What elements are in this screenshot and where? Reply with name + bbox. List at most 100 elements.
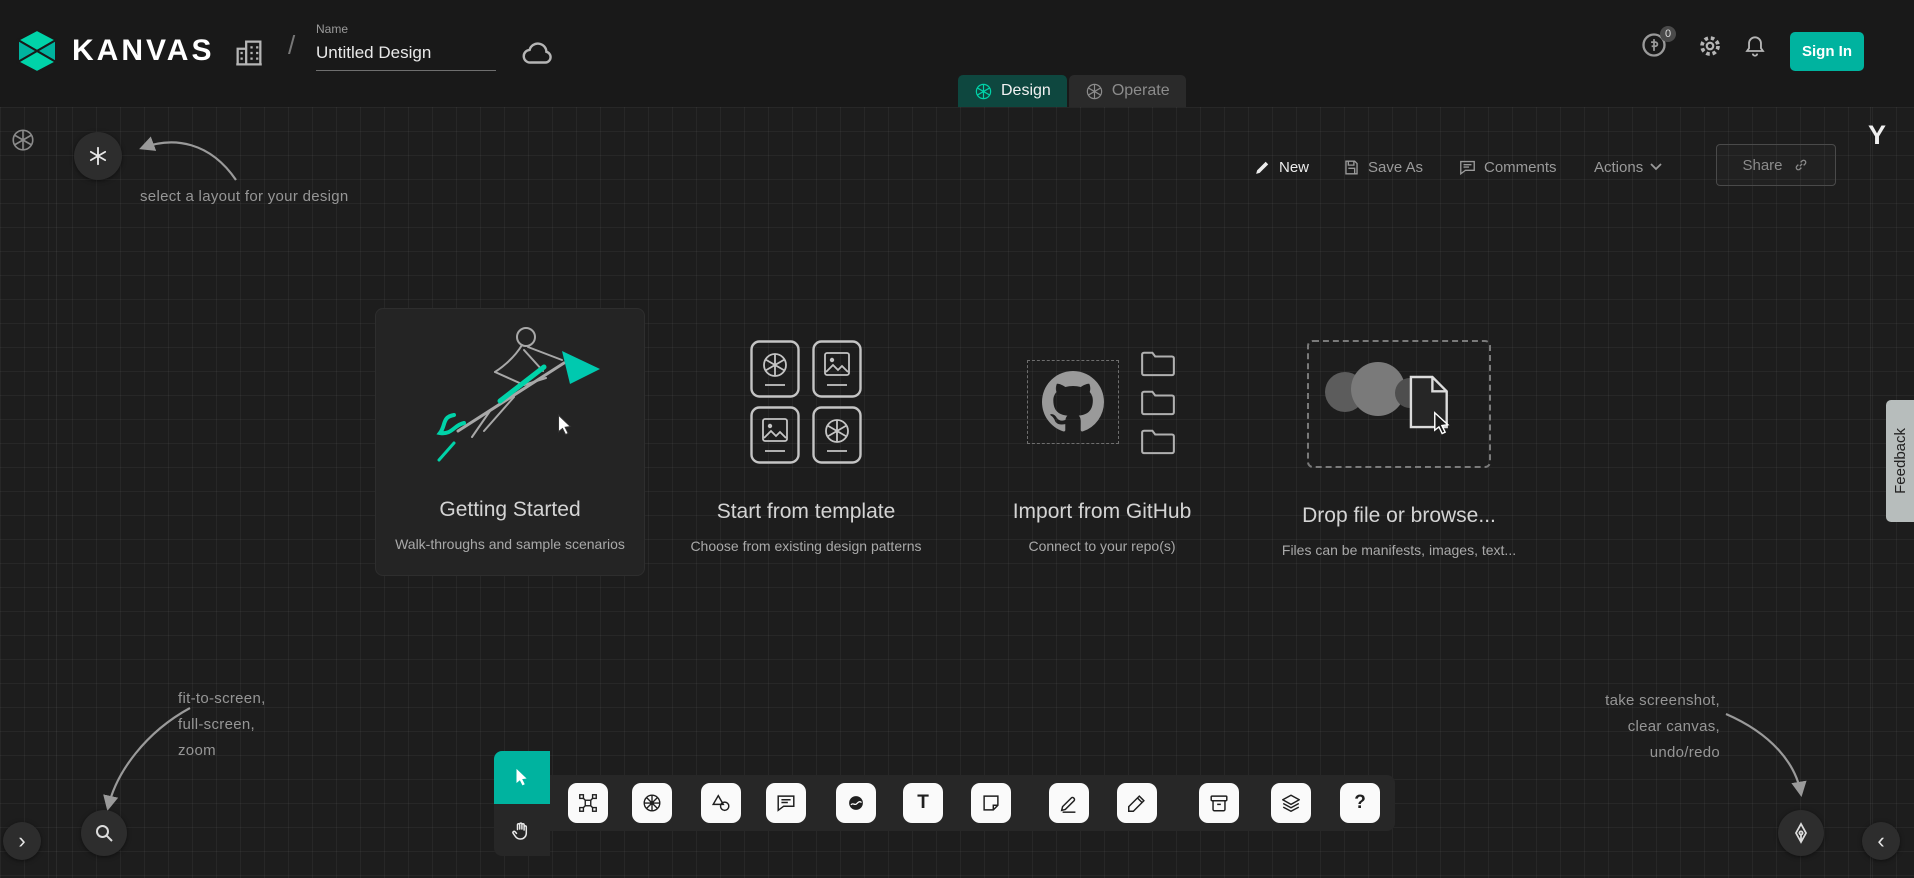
cloud-sync-icon[interactable] xyxy=(520,38,556,66)
getting-started-title: Getting Started xyxy=(376,498,644,522)
shapes-tool[interactable] xyxy=(701,783,741,823)
components-icon xyxy=(577,792,599,814)
import-from-github-subtitle: Connect to your repo(s) xyxy=(952,538,1252,554)
design-tab-label: Design xyxy=(1001,82,1051,100)
chevron-left-icon: ‹ xyxy=(1877,830,1884,852)
import-from-github-card[interactable]: Import from GitHub Connect to your repo(… xyxy=(952,340,1252,554)
shapes-icon xyxy=(710,792,732,814)
kubernetes-tool[interactable] xyxy=(632,783,672,823)
tray-tool[interactable] xyxy=(1199,783,1239,823)
import-from-github-title: Import from GitHub xyxy=(952,500,1252,524)
new-label: New xyxy=(1279,159,1309,176)
pen-tool[interactable] xyxy=(1049,783,1089,823)
comment-tool[interactable] xyxy=(766,783,806,823)
pointer-arrow-icon xyxy=(511,767,533,789)
save-as-button[interactable]: Save As xyxy=(1342,152,1423,182)
text-tool-glyph: T xyxy=(917,792,929,814)
y-logo-icon[interactable]: Y xyxy=(1868,120,1886,151)
note-icon xyxy=(980,792,1002,814)
github-octocat-icon xyxy=(1042,371,1104,433)
kubernetes-wheel-icon xyxy=(641,792,663,814)
folder-icon xyxy=(1139,388,1177,416)
layout-asterisk-icon xyxy=(87,145,109,167)
operate-tab-label: Operate xyxy=(1112,82,1170,100)
kanvas-logo-icon xyxy=(14,28,60,74)
github-selection-frame xyxy=(1027,360,1119,444)
feedback-tab[interactable]: Feedback xyxy=(1886,400,1914,522)
save-as-label: Save As xyxy=(1368,159,1423,176)
mouse-cursor-icon xyxy=(552,413,578,439)
settings-gear-icon[interactable] xyxy=(1697,33,1723,59)
pen-nib-icon xyxy=(1789,821,1813,845)
components-tool[interactable] xyxy=(568,783,608,823)
getting-started-card[interactable]: Getting Started Walk-throughs and sample… xyxy=(375,308,645,576)
zoom-button[interactable] xyxy=(81,810,127,856)
new-button[interactable]: New xyxy=(1253,152,1309,182)
kanvas-logo[interactable]: KANVAS xyxy=(14,28,214,74)
building-icon[interactable] xyxy=(232,36,266,70)
layers-tool[interactable] xyxy=(1271,783,1311,823)
tool-dock: T ? xyxy=(550,775,1395,831)
share-label: Share xyxy=(1742,157,1782,174)
feedback-label: Feedback xyxy=(1892,428,1909,494)
text-tool[interactable]: T xyxy=(903,783,943,823)
design-name-input[interactable] xyxy=(316,39,496,71)
drop-file-card[interactable]: Drop file or browse... Files can be mani… xyxy=(1249,340,1549,558)
layout-selector-button[interactable] xyxy=(74,132,122,180)
share-button[interactable]: Share xyxy=(1716,144,1836,186)
help-tool[interactable]: ? xyxy=(1340,783,1380,823)
drop-file-subtitle: Files can be manifests, images, text... xyxy=(1249,542,1549,558)
note-tool[interactable] xyxy=(971,783,1011,823)
tab-operate[interactable]: Operate xyxy=(1069,75,1186,107)
app-header: KANVAS / Name Design xyxy=(0,0,1914,107)
layout-hint-text: select a layout for your design xyxy=(140,184,349,210)
screenshot-hints-text: take screenshot, clear canvas, undo/redo xyxy=(1605,688,1720,766)
start-from-template-title: Start from template xyxy=(656,500,956,524)
meshery-spinner-icon[interactable] xyxy=(10,127,36,153)
pan-hand-tool[interactable] xyxy=(494,804,550,856)
magnifier-icon xyxy=(92,821,116,845)
start-from-template-card[interactable]: Start from template Choose from existing… xyxy=(656,340,956,554)
tab-design[interactable]: Design xyxy=(958,75,1067,107)
design-tab-icon xyxy=(974,82,993,101)
new-pencil-icon xyxy=(1253,158,1272,177)
breadcrumb-separator: / xyxy=(288,30,295,61)
getting-started-illustration xyxy=(394,315,626,483)
template-doc-spiral-icon xyxy=(749,340,801,398)
collapse-right-panel-button[interactable]: ‹ xyxy=(1862,822,1900,860)
comments-icon xyxy=(1458,158,1477,177)
screenshot-tools-button[interactable] xyxy=(1778,810,1824,856)
tray-icon xyxy=(1208,792,1230,814)
dropzone[interactable] xyxy=(1307,340,1491,468)
comments-label: Comments xyxy=(1484,159,1557,176)
folder-icon xyxy=(1139,349,1177,377)
sign-in-button[interactable]: Sign In xyxy=(1790,32,1864,71)
actions-dropdown[interactable]: Actions xyxy=(1594,152,1662,182)
pencil-tool[interactable] xyxy=(1117,783,1157,823)
expand-left-panel-button[interactable]: › xyxy=(3,822,41,860)
save-icon xyxy=(1342,158,1361,177)
actions-label: Actions xyxy=(1594,159,1643,176)
start-from-template-subtitle: Choose from existing design patterns xyxy=(656,538,956,554)
share-link-icon xyxy=(1792,156,1810,174)
getting-started-subtitle: Walk-throughs and sample scenarios xyxy=(376,536,644,552)
template-doc-spiral-icon xyxy=(811,406,863,464)
hand-icon xyxy=(510,818,534,842)
zoom-hint-arrow xyxy=(88,700,208,820)
chevron-right-icon: › xyxy=(18,830,25,852)
repo-folders xyxy=(1139,349,1177,455)
comments-button[interactable]: Comments xyxy=(1458,152,1557,182)
template-doc-image-icon xyxy=(811,340,863,398)
folder-icon xyxy=(1139,427,1177,455)
pointer-tool[interactable] xyxy=(494,751,550,804)
credits-badge: 0 xyxy=(1660,26,1676,42)
pen-icon xyxy=(1058,792,1080,814)
dropped-file-icon xyxy=(1399,372,1461,444)
doodle-tool[interactable] xyxy=(836,783,876,823)
left-panel-edge xyxy=(56,107,57,878)
kanvas-app: KANVAS / Name Design xyxy=(0,0,1914,878)
operate-tab-icon xyxy=(1085,82,1104,101)
notifications-bell-icon[interactable] xyxy=(1742,33,1768,59)
doodle-icon xyxy=(845,792,867,814)
logo-text: KANVAS xyxy=(72,34,214,68)
